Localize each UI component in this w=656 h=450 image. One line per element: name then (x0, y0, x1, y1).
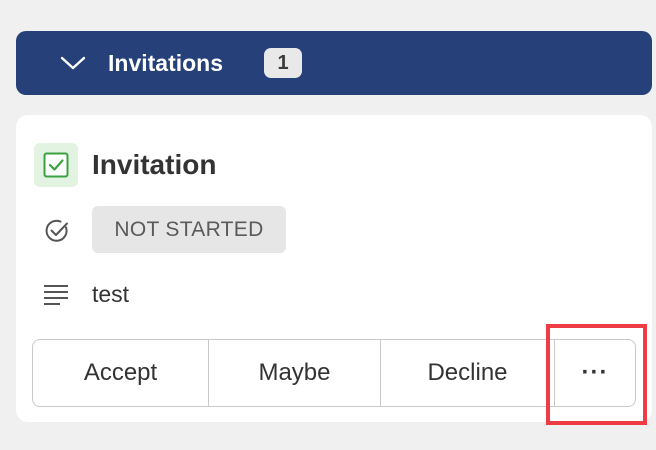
circle-check-icon (45, 219, 68, 242)
more-options-button[interactable]: ··· (554, 340, 635, 406)
lines-icon (44, 285, 68, 305)
rsvp-button-group: Accept Maybe Decline ··· (32, 339, 636, 407)
status-badge[interactable]: NOT STARTED (92, 206, 286, 253)
task-title[interactable]: Invitation (92, 143, 216, 187)
count-badge: 1 (264, 48, 302, 78)
task-checkbox[interactable] (34, 143, 78, 187)
chevron-down-icon[interactable] (60, 53, 86, 73)
invitations-section-header[interactable]: Invitations 1 (16, 31, 652, 95)
notes-text: test (92, 281, 130, 307)
decline-button[interactable]: Decline (380, 340, 554, 406)
maybe-button[interactable]: Maybe (208, 340, 380, 406)
checkbox-checked-icon (43, 152, 69, 178)
accept-button[interactable]: Accept (33, 340, 208, 406)
section-title: Invitations (108, 50, 224, 76)
